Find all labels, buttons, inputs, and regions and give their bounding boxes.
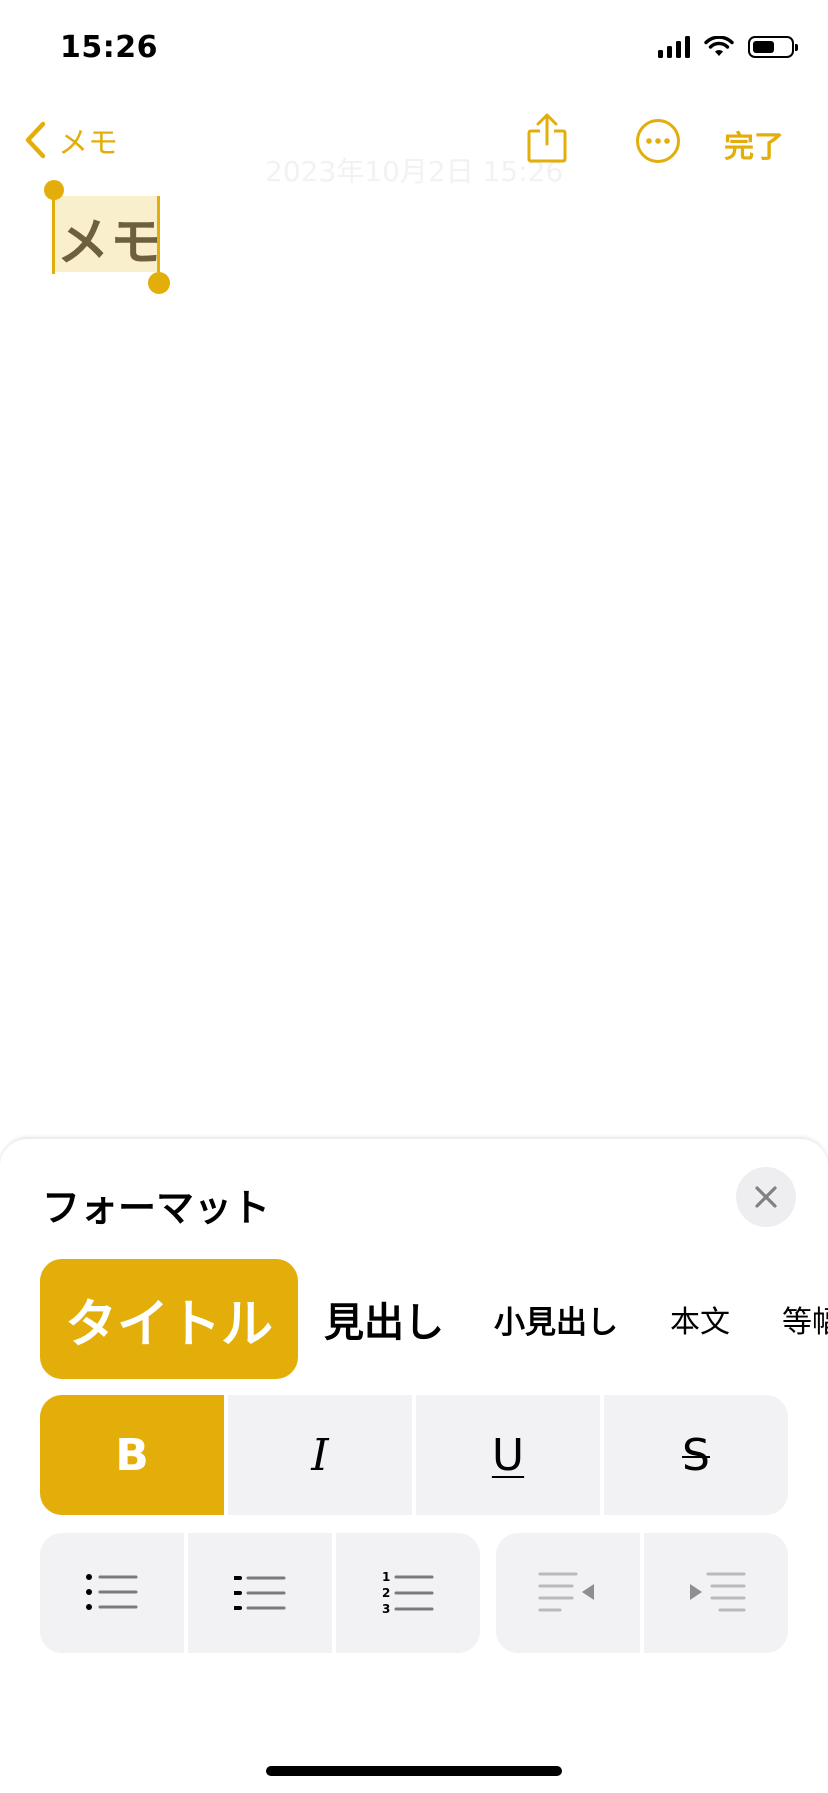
selection-start-caret (52, 196, 55, 274)
dashed-list-icon (234, 1576, 286, 1610)
dashed-list-button[interactable] (188, 1533, 332, 1653)
style-subheading-button[interactable]: 小見出し (494, 1259, 618, 1379)
paragraph-style-row: タイトル 見出し 小見出し 本文 等幅 (0, 1259, 828, 1379)
underline-label: U (491, 1429, 525, 1481)
ellipsis-circle-icon (636, 119, 680, 163)
numbered-list-button[interactable]: 1 2 3 (336, 1533, 480, 1653)
status-time: 15:26 (60, 30, 158, 65)
style-heading-button[interactable]: 見出し (324, 1259, 444, 1379)
indent-icon (690, 1572, 746, 1612)
strikethrough-label: S (682, 1429, 710, 1481)
close-icon (755, 1186, 777, 1208)
selection-start-handle[interactable] (44, 180, 64, 200)
back-button-label: メモ (58, 126, 118, 161)
indent-group (496, 1533, 788, 1653)
text-style-row: B I U S (40, 1395, 788, 1515)
share-icon (527, 113, 567, 163)
status-icons (658, 36, 798, 58)
strikethrough-button[interactable]: S (604, 1395, 788, 1515)
italic-button[interactable]: I (228, 1395, 412, 1515)
bold-label: B (115, 1429, 149, 1481)
italic-label: I (311, 1429, 329, 1481)
selection-end-handle[interactable] (148, 272, 170, 294)
note-date: 2023年10月2日 15:26 (265, 155, 564, 188)
home-indicator[interactable] (266, 1766, 562, 1776)
share-button[interactable] (526, 112, 568, 168)
selection-end-caret (157, 196, 160, 272)
close-format-button[interactable] (736, 1167, 796, 1227)
bold-button[interactable]: B (40, 1395, 224, 1515)
svg-text:2: 2 (382, 1586, 390, 1600)
bulleted-list-icon (86, 1574, 138, 1610)
style-body-button[interactable]: 本文 (670, 1259, 730, 1379)
numbered-list-icon: 1 2 3 (382, 1570, 434, 1616)
wifi-icon (704, 36, 734, 56)
list-style-group: 1 2 3 (40, 1533, 480, 1653)
svg-text:1: 1 (382, 1570, 390, 1584)
note-title[interactable]: メモ (57, 200, 163, 275)
more-options-button[interactable] (635, 118, 681, 168)
bulleted-list-button[interactable] (40, 1533, 184, 1653)
back-button[interactable]: メモ (24, 118, 118, 162)
done-button[interactable]: 完了 (724, 122, 784, 166)
style-title-button[interactable]: タイトル (40, 1259, 298, 1379)
chevron-left-icon (25, 121, 46, 159)
decrease-indent-button[interactable] (496, 1533, 640, 1653)
battery-icon (748, 36, 798, 58)
format-sheet: フォーマット タイトル 見出し 小見出し 本文 等幅 B I U S 1 2 3 (0, 1138, 828, 1793)
outdent-icon (538, 1572, 594, 1612)
format-sheet-title: フォーマット (42, 1186, 271, 1230)
cellular-signal-icon (658, 36, 690, 58)
svg-text:3: 3 (382, 1602, 390, 1616)
increase-indent-button[interactable] (644, 1533, 788, 1653)
style-monospaced-button[interactable]: 等幅 (782, 1259, 828, 1379)
underline-button[interactable]: U (416, 1395, 600, 1515)
